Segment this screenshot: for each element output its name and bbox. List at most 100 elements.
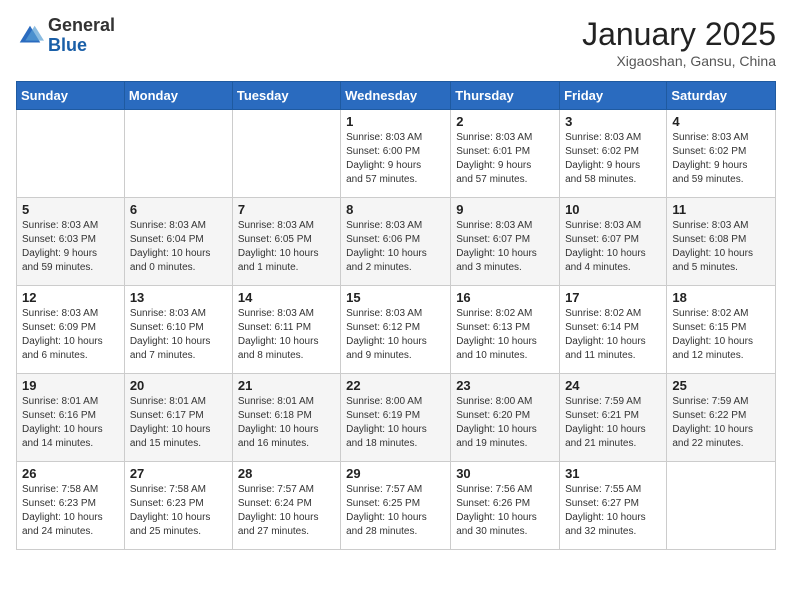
day-info: Sunrise: 8:03 AM Sunset: 6:04 PM Dayligh… [130, 219, 227, 275]
calendar-cell: 11 Sunrise: 8:03 AM Sunset: 6:08 PM Dayli… [667, 198, 776, 286]
calendar-cell: 21 Sunrise: 8:01 AM Sunset: 6:18 PM Dayli… [232, 374, 340, 462]
day-number: 16 [456, 290, 554, 305]
day-number: 27 [130, 466, 227, 481]
day-info: Sunrise: 8:01 AM Sunset: 6:16 PM Dayligh… [22, 395, 119, 451]
weekday-header-tuesday: Tuesday [232, 82, 340, 110]
calendar-cell: 5 Sunrise: 8:03 AM Sunset: 6:03 PM Daylig… [17, 198, 125, 286]
day-number: 10 [565, 202, 661, 217]
calendar-cell: 17 Sunrise: 8:02 AM Sunset: 6:14 PM Dayli… [560, 286, 667, 374]
day-info: Sunrise: 8:02 AM Sunset: 6:14 PM Dayligh… [565, 307, 661, 363]
day-info: Sunrise: 7:55 AM Sunset: 6:27 PM Dayligh… [565, 483, 661, 539]
logo-blue: Blue [48, 35, 87, 55]
calendar-cell: 27 Sunrise: 7:58 AM Sunset: 6:23 PM Dayli… [124, 462, 232, 550]
day-number: 29 [346, 466, 445, 481]
calendar-cell [17, 110, 125, 198]
day-info: Sunrise: 7:58 AM Sunset: 6:23 PM Dayligh… [22, 483, 119, 539]
day-info: Sunrise: 7:57 AM Sunset: 6:25 PM Dayligh… [346, 483, 445, 539]
calendar-cell: 22 Sunrise: 8:00 AM Sunset: 6:19 PM Dayli… [341, 374, 451, 462]
logo-general: General [48, 15, 115, 35]
day-number: 25 [672, 378, 770, 393]
day-info: Sunrise: 8:03 AM Sunset: 6:10 PM Dayligh… [130, 307, 227, 363]
day-number: 24 [565, 378, 661, 393]
weekday-header-wednesday: Wednesday [341, 82, 451, 110]
day-info: Sunrise: 7:59 AM Sunset: 6:21 PM Dayligh… [565, 395, 661, 451]
calendar-cell: 20 Sunrise: 8:01 AM Sunset: 6:17 PM Dayli… [124, 374, 232, 462]
day-info: Sunrise: 8:01 AM Sunset: 6:17 PM Dayligh… [130, 395, 227, 451]
day-number: 5 [22, 202, 119, 217]
day-number: 11 [672, 202, 770, 217]
calendar-week-3: 12 Sunrise: 8:03 AM Sunset: 6:09 PM Dayli… [17, 286, 776, 374]
day-number: 19 [22, 378, 119, 393]
weekday-header-friday: Friday [560, 82, 667, 110]
day-info: Sunrise: 8:03 AM Sunset: 6:09 PM Dayligh… [22, 307, 119, 363]
day-info: Sunrise: 8:02 AM Sunset: 6:13 PM Dayligh… [456, 307, 554, 363]
day-info: Sunrise: 8:02 AM Sunset: 6:15 PM Dayligh… [672, 307, 770, 363]
day-info: Sunrise: 8:03 AM Sunset: 6:12 PM Dayligh… [346, 307, 445, 363]
day-number: 22 [346, 378, 445, 393]
calendar-cell: 1 Sunrise: 8:03 AM Sunset: 6:00 PM Daylig… [341, 110, 451, 198]
weekday-header-saturday: Saturday [667, 82, 776, 110]
day-info: Sunrise: 8:03 AM Sunset: 6:01 PM Dayligh… [456, 131, 554, 187]
calendar-cell: 31Sunrise: 7:55 AM Sunset: 6:27 PM Dayli… [560, 462, 667, 550]
day-number: 3 [565, 114, 661, 129]
location: Xigaoshan, Gansu, China [582, 53, 776, 69]
month-title: January 2025 [582, 16, 776, 53]
day-number: 4 [672, 114, 770, 129]
calendar-cell: 7Sunrise: 8:03 AM Sunset: 6:05 PM Daylig… [232, 198, 340, 286]
calendar-cell: 23 Sunrise: 8:00 AM Sunset: 6:20 PM Dayli… [451, 374, 560, 462]
calendar-cell: 12 Sunrise: 8:03 AM Sunset: 6:09 PM Dayli… [17, 286, 125, 374]
calendar-cell: 4 Sunrise: 8:03 AM Sunset: 6:02 PM Daylig… [667, 110, 776, 198]
logo-icon [16, 22, 44, 50]
day-number: 20 [130, 378, 227, 393]
day-info: Sunrise: 8:00 AM Sunset: 6:19 PM Dayligh… [346, 395, 445, 451]
day-info: Sunrise: 8:03 AM Sunset: 6:03 PM Dayligh… [22, 219, 119, 275]
weekday-header-monday: Monday [124, 82, 232, 110]
calendar-cell [667, 462, 776, 550]
calendar-cell: 25Sunrise: 7:59 AM Sunset: 6:22 PM Dayli… [667, 374, 776, 462]
calendar-cell: 9Sunrise: 8:03 AM Sunset: 6:07 PM Daylig… [451, 198, 560, 286]
day-info: Sunrise: 8:03 AM Sunset: 6:05 PM Dayligh… [238, 219, 335, 275]
calendar-table: SundayMondayTuesdayWednesdayThursdayFrid… [16, 81, 776, 550]
day-info: Sunrise: 8:01 AM Sunset: 6:18 PM Dayligh… [238, 395, 335, 451]
weekday-header-row: SundayMondayTuesdayWednesdayThursdayFrid… [17, 82, 776, 110]
weekday-header-sunday: Sunday [17, 82, 125, 110]
day-info: Sunrise: 8:03 AM Sunset: 6:02 PM Dayligh… [565, 131, 661, 187]
day-number: 2 [456, 114, 554, 129]
calendar-cell [232, 110, 340, 198]
day-info: Sunrise: 7:58 AM Sunset: 6:23 PM Dayligh… [130, 483, 227, 539]
day-info: Sunrise: 8:00 AM Sunset: 6:20 PM Dayligh… [456, 395, 554, 451]
day-number: 28 [238, 466, 335, 481]
calendar-cell: 19 Sunrise: 8:01 AM Sunset: 6:16 PM Dayli… [17, 374, 125, 462]
day-number: 8 [346, 202, 445, 217]
day-number: 6 [130, 202, 227, 217]
calendar-cell: 10Sunrise: 8:03 AM Sunset: 6:07 PM Dayli… [560, 198, 667, 286]
day-number: 30 [456, 466, 554, 481]
calendar-week-2: 5 Sunrise: 8:03 AM Sunset: 6:03 PM Daylig… [17, 198, 776, 286]
calendar-cell: 3 Sunrise: 8:03 AM Sunset: 6:02 PM Daylig… [560, 110, 667, 198]
calendar-cell: 26Sunrise: 7:58 AM Sunset: 6:23 PM Dayli… [17, 462, 125, 550]
day-info: Sunrise: 8:03 AM Sunset: 6:00 PM Dayligh… [346, 131, 445, 187]
calendar-cell: 30Sunrise: 7:56 AM Sunset: 6:26 PM Dayli… [451, 462, 560, 550]
day-number: 17 [565, 290, 661, 305]
page-header: General Blue January 2025 Xigaoshan, Gan… [16, 16, 776, 69]
day-number: 21 [238, 378, 335, 393]
logo: General Blue [16, 16, 115, 56]
day-info: Sunrise: 8:03 AM Sunset: 6:06 PM Dayligh… [346, 219, 445, 275]
calendar-cell [124, 110, 232, 198]
day-number: 18 [672, 290, 770, 305]
day-info: Sunrise: 8:03 AM Sunset: 6:07 PM Dayligh… [456, 219, 554, 275]
weekday-header-thursday: Thursday [451, 82, 560, 110]
calendar-cell: 15 Sunrise: 8:03 AM Sunset: 6:12 PM Dayli… [341, 286, 451, 374]
day-number: 15 [346, 290, 445, 305]
day-info: Sunrise: 7:57 AM Sunset: 6:24 PM Dayligh… [238, 483, 335, 539]
day-info: Sunrise: 8:03 AM Sunset: 6:02 PM Dayligh… [672, 131, 770, 187]
calendar-cell: 2 Sunrise: 8:03 AM Sunset: 6:01 PM Daylig… [451, 110, 560, 198]
day-number: 1 [346, 114, 445, 129]
calendar-cell: 28 Sunrise: 7:57 AM Sunset: 6:24 PM Dayli… [232, 462, 340, 550]
day-number: 23 [456, 378, 554, 393]
day-number: 14 [238, 290, 335, 305]
calendar-cell: 18 Sunrise: 8:02 AM Sunset: 6:15 PM Dayli… [667, 286, 776, 374]
day-info: Sunrise: 8:03 AM Sunset: 6:08 PM Dayligh… [672, 219, 770, 275]
day-number: 12 [22, 290, 119, 305]
calendar-week-4: 19 Sunrise: 8:01 AM Sunset: 6:16 PM Dayli… [17, 374, 776, 462]
